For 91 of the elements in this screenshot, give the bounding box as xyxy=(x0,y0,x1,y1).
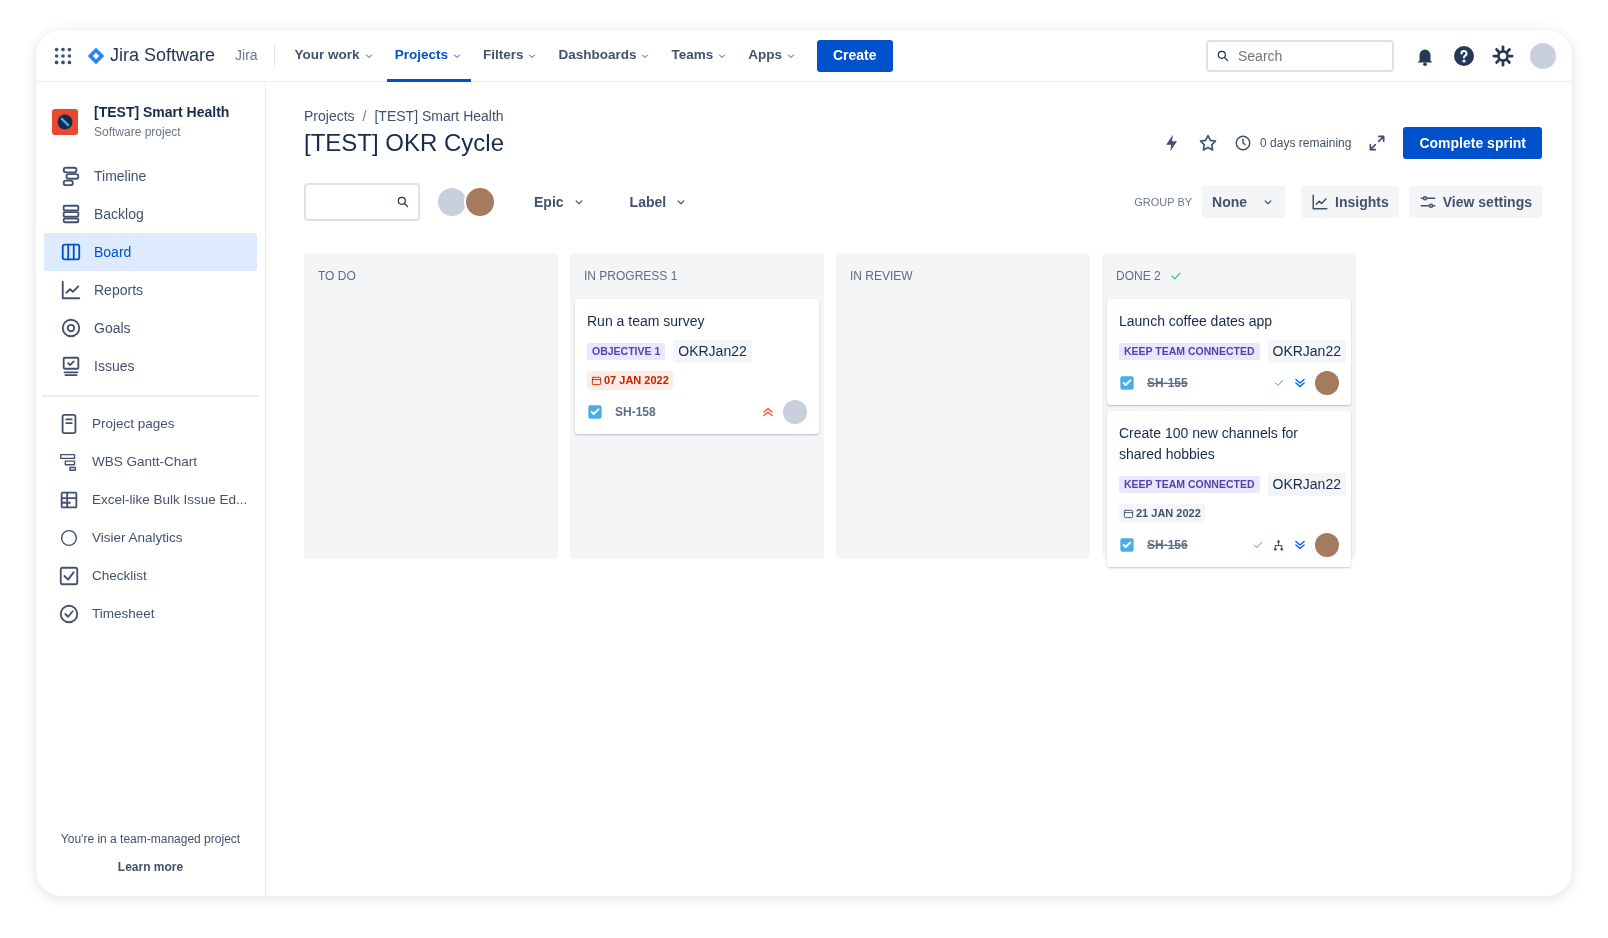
issue-key[interactable]: SH-158 xyxy=(615,403,656,421)
card-title: Run a team survey xyxy=(587,312,706,331)
sidebar-item[interactable]: Checklist xyxy=(44,557,257,595)
issue-key[interactable]: SH-156 xyxy=(1147,536,1188,554)
assignee-avatar[interactable] xyxy=(1315,371,1339,395)
resolved-check-icon xyxy=(1273,377,1285,389)
project-type: Software project xyxy=(94,124,182,141)
story-checkbox-icon xyxy=(1119,375,1135,391)
sidebar-item[interactable]: Reports xyxy=(44,271,257,309)
footer-note: You're in a team-managed project xyxy=(59,831,242,848)
sidebar-item[interactable]: Excel-like Bulk Issue Ed... xyxy=(44,481,257,519)
circle-icon xyxy=(58,527,80,549)
learn-more-link[interactable]: Learn more xyxy=(44,858,257,876)
column-title: DONE 2 xyxy=(1116,268,1161,285)
timeline-icon xyxy=(60,165,82,187)
create-button[interactable]: Create xyxy=(817,39,893,72)
filter-dropdown[interactable]: Label xyxy=(623,190,695,214)
target-icon xyxy=(60,317,82,339)
filter-dropdown[interactable]: Epic xyxy=(528,190,592,214)
spreadsheet-icon xyxy=(58,489,80,511)
label-tag[interactable]: OKRJan22 xyxy=(1267,340,1346,363)
resolved-check-icon xyxy=(1252,539,1264,551)
calendar-icon xyxy=(1123,508,1134,519)
settings-icon[interactable] xyxy=(1492,44,1514,67)
view-settings-button[interactable]: View settings xyxy=(1408,186,1542,218)
epic-tag[interactable]: OBJECTIVE 1 xyxy=(587,342,666,361)
clock-icon xyxy=(1234,134,1253,152)
check-circle-icon xyxy=(58,603,80,625)
expand-icon[interactable] xyxy=(1367,133,1388,153)
sidebar-item[interactable]: Project pages xyxy=(44,405,257,443)
board-columns-icon xyxy=(60,241,82,263)
sprint-remaining: 0 days remaining xyxy=(1260,135,1352,152)
story-checkbox-icon xyxy=(587,404,603,420)
backlog-icon xyxy=(60,203,82,225)
calendar-icon xyxy=(591,375,602,386)
card-title: Launch coffee dates app xyxy=(1119,312,1274,331)
column-title: IN REVIEW xyxy=(850,268,913,285)
hierarchy-icon xyxy=(1272,538,1285,552)
project-avatar xyxy=(52,108,78,135)
issue-card[interactable]: Run a team survey OBJECTIVE 1 OKRJan22 07 JAN 2022 SH-158 xyxy=(575,299,819,434)
board-search-field[interactable] xyxy=(304,183,420,221)
product-name: Jira Software xyxy=(110,44,216,67)
sidebar-item[interactable]: WBS Gantt-Chart xyxy=(44,443,257,481)
search-icon xyxy=(1216,48,1230,63)
column-title: TO DO xyxy=(318,268,356,285)
breadcrumb-link[interactable]: Projects xyxy=(304,106,355,127)
sidebar-item[interactable]: Goals xyxy=(44,309,257,347)
sidebar-item[interactable]: Board xyxy=(44,233,257,271)
search-icon xyxy=(396,195,410,209)
project-name: [TEST] Smart Health xyxy=(94,103,230,122)
diamond-logo-icon xyxy=(86,45,106,66)
card-title: Create 100 new channels for shared hobbies xyxy=(1119,424,1299,464)
search-field[interactable]: Search xyxy=(1206,39,1394,72)
column-title: IN PROGRESS 1 xyxy=(584,268,678,285)
sliders-icon xyxy=(1418,193,1437,211)
epic-tag[interactable]: KEEP TEAM CONNECTED xyxy=(1119,475,1260,494)
sidebar-item[interactable]: Timesheet xyxy=(44,595,257,633)
line-chart-icon xyxy=(60,279,82,301)
issue-key[interactable]: SH-155 xyxy=(1147,374,1188,392)
sidebar-item[interactable]: Visier Analytics xyxy=(44,519,257,557)
complete-sprint-button[interactable]: Complete sprint xyxy=(1403,127,1542,159)
issue-card[interactable]: Launch coffee dates app KEEP TEAM CONNECTED OKRJan22 SH-155 xyxy=(1107,299,1351,405)
due-date-tag: 07 JAN 2022 xyxy=(587,371,673,390)
nav-menu[interactable]: Filters xyxy=(474,30,547,82)
monitor-check-icon xyxy=(60,355,82,377)
nav-menu[interactable]: Projects xyxy=(386,30,471,82)
page-title: [TEST] OKR Cycle xyxy=(304,128,505,158)
sidebar-item[interactable]: Timeline xyxy=(44,157,257,195)
trend-chart-icon xyxy=(1311,193,1330,211)
epic-tag[interactable]: KEEP TEAM CONNECTED xyxy=(1119,342,1260,361)
label-tag[interactable]: OKRJan22 xyxy=(1267,473,1346,496)
help-icon[interactable] xyxy=(1452,43,1476,68)
label-tag[interactable]: OKRJan22 xyxy=(673,340,752,363)
checkbox-icon xyxy=(58,565,80,587)
issue-card[interactable]: Create 100 new channels for shared hobbies KEEP TEAM CONNECTED OKRJan22 21 JAN 2022 SH-156 xyxy=(1107,411,1351,567)
story-checkbox-icon xyxy=(1119,537,1135,553)
nav-menu[interactable]: Teams xyxy=(663,30,737,82)
insights-button[interactable]: Insights xyxy=(1301,186,1399,218)
nav-menu[interactable]: Dashboards xyxy=(550,30,660,82)
sidebar-item[interactable]: Backlog xyxy=(44,195,257,233)
due-date-tag: 21 JAN 2022 xyxy=(1119,504,1205,523)
nav-menu[interactable]: Apps xyxy=(740,30,805,82)
nav-menu[interactable]: Your work xyxy=(286,30,383,82)
breadcrumb-separator: / xyxy=(362,107,367,126)
star-icon[interactable] xyxy=(1198,133,1219,153)
breadcrumb-link[interactable]: [TEST] Smart Health xyxy=(374,106,504,127)
assignee-avatar[interactable] xyxy=(1315,533,1339,557)
sidebar-item[interactable]: Issues xyxy=(44,347,257,385)
group-by-label: GROUP BY xyxy=(1134,194,1193,210)
group-by-dropdown[interactable]: None xyxy=(1202,186,1286,218)
site-name: Jira xyxy=(235,45,275,66)
